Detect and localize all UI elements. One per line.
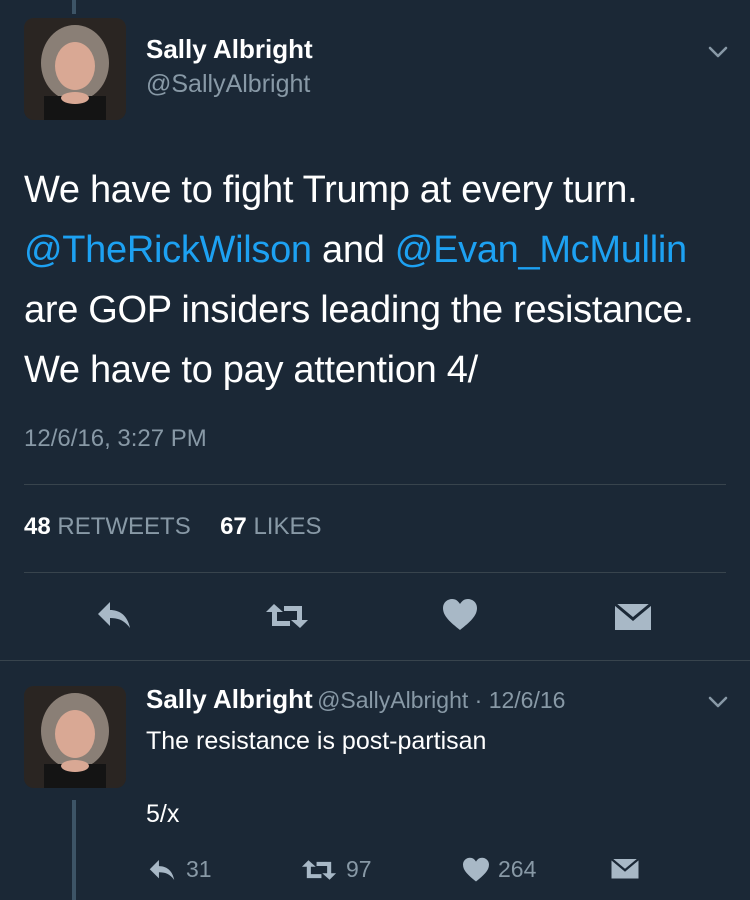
avatar[interactable] bbox=[24, 686, 126, 788]
avatar-photo bbox=[24, 18, 126, 120]
reply-icon bbox=[149, 859, 175, 880]
thread-line bbox=[72, 0, 76, 14]
tweet-thread: Sally Albright @SallyAlbright We have to… bbox=[0, 0, 750, 900]
divider bbox=[24, 484, 726, 485]
retweet-icon bbox=[301, 859, 337, 880]
reply-count: 31 bbox=[186, 856, 212, 882]
chevron-down-icon[interactable] bbox=[706, 40, 730, 64]
likes-label[interactable]: LIKES bbox=[253, 513, 321, 540]
reply-header: Sally Albright @SallyAlbright · 12/6/16 bbox=[146, 684, 565, 715]
author-meta[interactable]: @SallyAlbright · 12/6/16 bbox=[317, 687, 565, 713]
mention-link[interactable]: @TheRickWilson bbox=[24, 229, 312, 271]
heart-icon bbox=[463, 857, 489, 881]
avatar[interactable] bbox=[24, 18, 126, 120]
retweets-label[interactable]: RETWEETS bbox=[57, 513, 190, 540]
retweets-count[interactable]: 48 bbox=[24, 513, 51, 540]
avatar-photo bbox=[24, 686, 126, 788]
tweet-stats: 48 RETWEETS 67 LIKES bbox=[24, 513, 321, 541]
tweet-timestamp[interactable]: 12/6/16, 3:27 PM bbox=[24, 425, 207, 453]
author-name[interactable]: Sally Albright bbox=[146, 34, 313, 65]
heart-icon[interactable] bbox=[442, 598, 478, 632]
envelope-icon bbox=[610, 858, 640, 879]
envelope-icon[interactable] bbox=[614, 600, 652, 632]
chevron-down-icon[interactable] bbox=[706, 690, 730, 714]
tweet-text-fragment: are GOP insiders leading the resistance.… bbox=[24, 289, 694, 391]
reply-text: 5/x bbox=[146, 800, 180, 828]
mention-link[interactable]: @Evan_McMullin bbox=[395, 229, 687, 271]
like-button[interactable]: 264 bbox=[462, 856, 536, 883]
tweet-text-line: We have to fight Trump at every turn. bbox=[24, 169, 638, 211]
tweet-text: We have to fight Trump at every turn. @Th… bbox=[24, 160, 734, 400]
thread-line bbox=[72, 800, 76, 900]
like-count: 264 bbox=[498, 856, 537, 882]
divider bbox=[0, 660, 750, 661]
divider bbox=[24, 572, 726, 573]
message-button[interactable] bbox=[610, 856, 648, 880]
retweet-button[interactable]: 97 bbox=[300, 856, 372, 883]
author-handle[interactable]: @SallyAlbright bbox=[146, 70, 310, 99]
reply-button[interactable]: 31 bbox=[146, 856, 212, 883]
retweet-count: 97 bbox=[346, 856, 372, 882]
author-name[interactable]: Sally Albright bbox=[146, 684, 313, 714]
likes-count[interactable]: 67 bbox=[220, 513, 247, 540]
retweet-icon[interactable] bbox=[264, 600, 310, 632]
reply-text: The resistance is post-partisan bbox=[146, 727, 487, 755]
tweet-text-fragment: and bbox=[311, 229, 395, 271]
reply-icon[interactable] bbox=[94, 598, 134, 632]
